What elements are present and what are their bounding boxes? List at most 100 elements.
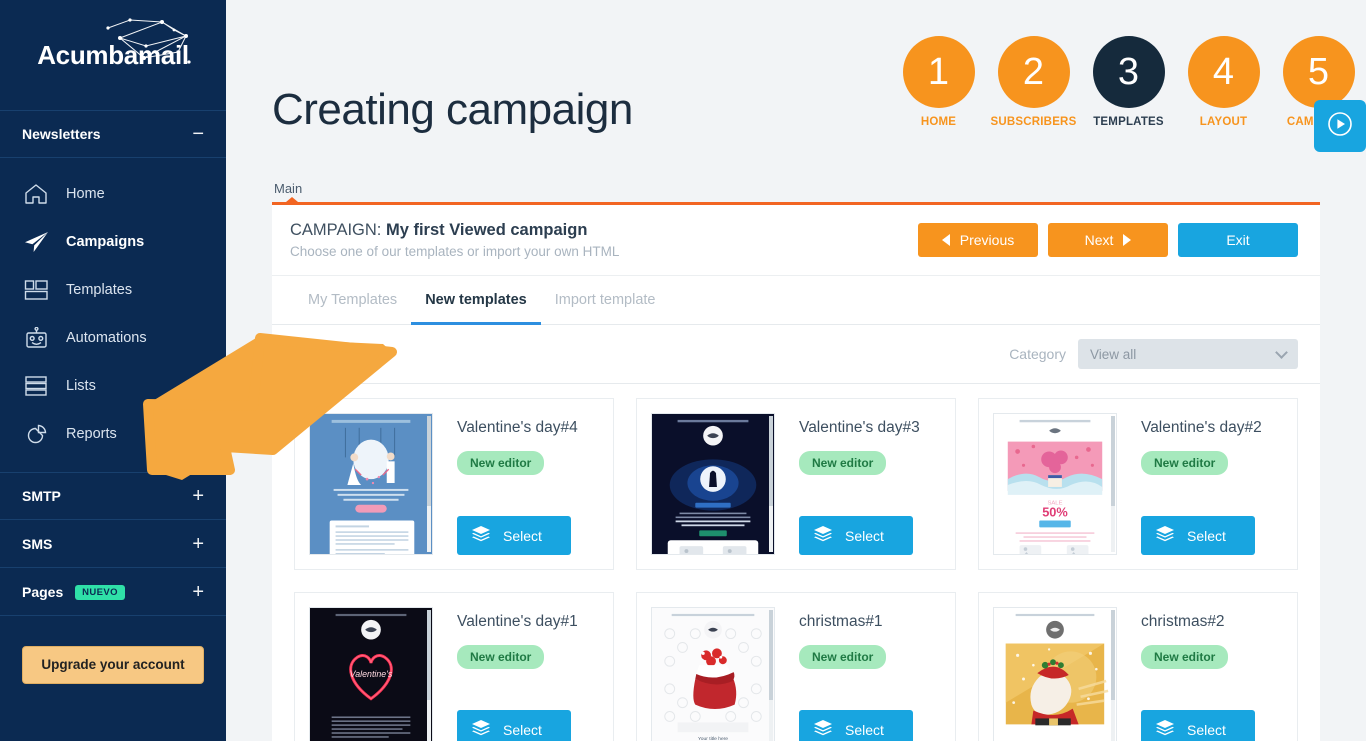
template-badge: New editor bbox=[1141, 451, 1229, 475]
sidebar-item-label: Automations bbox=[66, 330, 147, 346]
select-template-button[interactable]: Select bbox=[457, 516, 571, 555]
template-badge: New editor bbox=[799, 451, 887, 475]
select-template-button[interactable]: Select bbox=[799, 710, 913, 741]
layers-icon bbox=[813, 719, 833, 740]
step-number: 5 bbox=[1282, 36, 1355, 108]
template-info: Valentine's day#4 New editor Select bbox=[433, 413, 599, 555]
thumbnail-scrollbar[interactable] bbox=[1111, 416, 1115, 552]
select-template-button[interactable]: Select bbox=[457, 710, 571, 741]
step-label: TEMPLATES bbox=[1093, 116, 1164, 128]
video-help-button[interactable] bbox=[1314, 100, 1366, 152]
template-info: christmas#2 New editor Select bbox=[1117, 607, 1283, 741]
template-info: Valentine's day#1 New editor Select bbox=[433, 607, 599, 741]
template-title: christmas#2 bbox=[1141, 613, 1225, 630]
sidebar-item-reports[interactable]: Reports bbox=[0, 410, 226, 458]
campaign-actions: Previous Next Exit bbox=[918, 223, 1298, 257]
svg-text:Your title here: Your title here bbox=[698, 736, 728, 741]
step-layout[interactable]: 4 LAYOUT bbox=[1176, 36, 1271, 128]
select-button-label: Select bbox=[503, 527, 542, 544]
exit-button-label: Exit bbox=[1226, 232, 1250, 248]
section-rule bbox=[272, 197, 1320, 205]
template-thumbnail[interactable] bbox=[651, 413, 775, 555]
sidebar-item-home[interactable]: Home bbox=[0, 170, 226, 218]
sidebar-item-lists[interactable]: Lists bbox=[0, 362, 226, 410]
plus-icon[interactable]: + bbox=[192, 486, 204, 506]
sidebar-item-automations[interactable]: Automations bbox=[0, 314, 226, 362]
step-subscribers[interactable]: 2 SUBSCRIBERS bbox=[986, 36, 1081, 128]
select-template-button[interactable]: Select bbox=[1141, 516, 1255, 555]
thumbnail-art-christmas-1: Your title here bbox=[652, 608, 774, 741]
sidebar-nav: Home Campaigns Templates Automations Lis… bbox=[0, 158, 226, 472]
templates-grid: Valentine's day#4 New editor Select Vale… bbox=[294, 398, 1298, 741]
previous-button[interactable]: Previous bbox=[918, 223, 1038, 257]
paper-plane-icon bbox=[22, 229, 50, 255]
home-icon bbox=[22, 181, 50, 207]
template-thumbnail[interactable] bbox=[309, 413, 433, 555]
template-card[interactable]: Your title here christmas#1 New editor S… bbox=[636, 592, 956, 741]
thumbnail-scrollbar[interactable] bbox=[769, 416, 773, 552]
template-title: Valentine's day#2 bbox=[1141, 419, 1262, 436]
thumbnail-scrollbar[interactable] bbox=[1111, 610, 1115, 741]
campaign-subtitle: Choose one of our templates or import yo… bbox=[290, 244, 620, 259]
layers-icon bbox=[471, 525, 491, 546]
template-thumbnail[interactable]: Valentine's bbox=[309, 607, 433, 741]
select-template-button[interactable]: Select bbox=[1141, 710, 1255, 741]
templates-tabs: My Templates New templates Import templa… bbox=[272, 276, 1320, 325]
sidebar-item-label: Reports bbox=[66, 426, 117, 442]
category-label: Category bbox=[1009, 346, 1066, 362]
sidebar-item-campaigns[interactable]: Campaigns bbox=[0, 218, 226, 266]
layout-grid-icon bbox=[22, 277, 50, 303]
template-thumbnail[interactable]: Your title here bbox=[651, 607, 775, 741]
category-select[interactable]: View all bbox=[1078, 339, 1298, 369]
template-card[interactable]: Valentine's day#3 New editor Select bbox=[636, 398, 956, 570]
sidebar-section-pages[interactable]: Pages NUEVO + bbox=[0, 568, 226, 616]
exit-button[interactable]: Exit bbox=[1178, 223, 1298, 257]
step-templates[interactable]: 3 TEMPLATES bbox=[1081, 36, 1176, 128]
template-card[interactable]: SALE 50% Valentine's day#2 New editor Se… bbox=[978, 398, 1298, 570]
brand-logo[interactable]: Acumbamail bbox=[0, 0, 226, 110]
select-button-label: Select bbox=[1187, 721, 1226, 738]
next-button[interactable]: Next bbox=[1048, 223, 1168, 257]
template-card[interactable]: Valentine's day#4 New editor Select bbox=[294, 398, 614, 570]
pie-chart-icon bbox=[22, 421, 50, 447]
select-button-label: Select bbox=[845, 527, 884, 544]
sidebar-item-templates[interactable]: Templates bbox=[0, 266, 226, 314]
template-card[interactable]: Valentine's Valentine's day#1 New editor… bbox=[294, 592, 614, 741]
sidebar-section-newsletters[interactable]: Newsletters − bbox=[0, 110, 226, 158]
sidebar-section-smtp[interactable]: SMTP + bbox=[0, 472, 226, 520]
plus-icon[interactable]: + bbox=[192, 534, 204, 554]
step-home[interactable]: 1 HOME bbox=[891, 36, 986, 128]
select-button-label: Select bbox=[503, 721, 542, 738]
sidebar-section-label: SMTP bbox=[22, 488, 61, 504]
tab-import-template[interactable]: Import template bbox=[541, 276, 670, 325]
breadcrumb-main[interactable]: Main bbox=[274, 181, 302, 196]
tab-my-templates[interactable]: My Templates bbox=[294, 276, 411, 325]
select-button-label: Select bbox=[1187, 527, 1226, 544]
minus-icon[interactable]: − bbox=[192, 124, 204, 144]
main-content: Creating campaign 1 HOME 2 SUBSCRIBERS 3… bbox=[226, 0, 1366, 741]
plus-icon[interactable]: + bbox=[192, 582, 204, 602]
thumbnail-scrollbar[interactable] bbox=[427, 416, 431, 552]
template-thumbnail[interactable] bbox=[993, 607, 1117, 741]
sidebar-item-label: Templates bbox=[66, 282, 133, 298]
template-thumbnail[interactable]: SALE 50% bbox=[993, 413, 1117, 555]
step-number: 3 bbox=[1092, 36, 1165, 108]
sidebar-section-sms[interactable]: SMS + bbox=[0, 520, 226, 568]
robot-icon bbox=[22, 325, 50, 351]
select-template-button[interactable]: Select bbox=[799, 516, 913, 555]
app-root: Acumbamail Newsletters − Home Campaigns … bbox=[0, 0, 1366, 741]
upgrade-account-button[interactable]: Upgrade your account bbox=[22, 646, 204, 685]
thumbnail-scrollbar[interactable] bbox=[769, 610, 773, 741]
campaign-title-line: CAMPAIGN: My first Viewed campaign bbox=[290, 221, 619, 240]
svg-text:Valentine's: Valentine's bbox=[350, 669, 393, 679]
campaign-titles: CAMPAIGN: My first Viewed campaign Choos… bbox=[290, 221, 619, 259]
nuevo-badge: NUEVO bbox=[75, 584, 125, 600]
sidebar-section-label: Newsletters bbox=[22, 126, 101, 142]
template-badge: New editor bbox=[1141, 645, 1229, 669]
layers-icon bbox=[813, 525, 833, 546]
template-card[interactable]: christmas#2 New editor Select bbox=[978, 592, 1298, 741]
step-number: 2 bbox=[997, 36, 1070, 108]
arrow-left-icon bbox=[941, 234, 950, 246]
tab-new-templates[interactable]: New templates bbox=[411, 276, 541, 325]
thumbnail-scrollbar[interactable] bbox=[427, 610, 431, 741]
